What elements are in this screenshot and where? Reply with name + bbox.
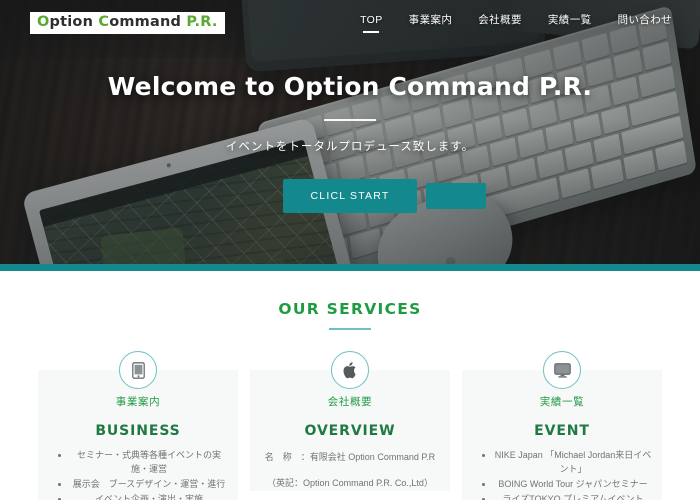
monitor-icon — [543, 351, 581, 389]
card-body: 実績一覧 EVENT NIKE Japan 「Michael Jordan来日イ… — [462, 370, 662, 500]
card-label-jp: 会社概要 — [327, 396, 373, 408]
nav-item-works[interactable]: 実績一覧 — [548, 12, 592, 34]
service-card-event[interactable]: 実績一覧 EVENT NIKE Japan 「Michael Jordan来日イ… — [462, 351, 662, 500]
click-start-button[interactable]: CLICL START — [282, 178, 418, 213]
card-list: セミナー・式典等各種イベントの実施・運営 展示会 ブースデザイン・運営・進行 イ… — [48, 449, 228, 500]
service-card-overview[interactable]: 会社概要 OVERVIEW 名 称 ：有限会社 Option Command P… — [250, 351, 450, 500]
company-name-line: 名 称 ：有限会社 Option Command P.R — [264, 452, 436, 462]
service-cards: 事業案内 BUSINESS セミナー・式典等各種イベントの実施・運営 展示会 ブ… — [0, 351, 700, 500]
teal-divider-bar — [0, 264, 700, 271]
nav-item-overview[interactable]: 会社概要 — [478, 12, 522, 34]
card-body: 事業案内 BUSINESS セミナー・式典等各種イベントの実施・運営 展示会 ブ… — [38, 370, 238, 500]
hero-divider — [324, 119, 376, 121]
site-header: Option Command P.R. TOP 事業案内 会社概要 実績一覧 問… — [0, 0, 700, 46]
card-label-jp: 実績一覧 — [539, 396, 585, 408]
main-nav: TOP 事業案内 会社概要 実績一覧 問い合わせ — [360, 12, 672, 34]
list-item: BOING World Tour ジャパンセミナー — [494, 478, 652, 492]
logo-c: C — [98, 14, 110, 31]
services-section: OUR SERVICES 事業案内 BUSINESS セミナー・式典等各種イベン… — [0, 271, 700, 500]
list-item: イベント企画・演出・実施 — [70, 493, 228, 500]
nav-item-top[interactable]: TOP — [360, 14, 383, 33]
logo-o: O — [37, 14, 50, 31]
list-item: 展示会 ブースデザイン・運営・進行 — [70, 478, 228, 492]
list-item: NIKE Japan 「Michael Jordan来日イベント」 — [494, 449, 652, 477]
card-list: NIKE Japan 「Michael Jordan来日イベント」 BOING … — [472, 449, 652, 500]
logo-ommand: ommand — [109, 14, 187, 31]
service-card-business[interactable]: 事業案内 BUSINESS セミナー・式典等各種イベントの実施・運営 展示会 ブ… — [38, 351, 238, 500]
cta-container: CLICL START — [282, 178, 487, 213]
section-title: OUR SERVICES — [278, 300, 422, 318]
hero-section: Option Command P.R. TOP 事業案内 会社概要 実績一覧 問… — [0, 0, 700, 268]
card-label-jp: 事業案内 — [115, 396, 161, 408]
card-label-en: EVENT — [534, 423, 590, 439]
hero-subtitle: イベントをトータルプロデュース致します。 — [225, 140, 475, 153]
list-item: セミナー・式典等各種イベントの実施・運営 — [70, 449, 228, 477]
nav-item-contact[interactable]: 問い合わせ — [618, 12, 673, 34]
hero-title: Welcome to Option Command P.R. — [107, 72, 593, 101]
card-label-en: OVERVIEW — [304, 423, 396, 439]
logo-pr: P.R. — [186, 14, 218, 31]
nav-item-business[interactable]: 事業案内 — [409, 12, 453, 34]
company-name-english: （英記：Option Command P.R. Co.,Ltd） — [267, 477, 433, 488]
apple-icon — [331, 351, 369, 389]
card-label-en: BUSINESS — [95, 423, 181, 439]
list-item: ライズTOKYO プレミアムイベント — [494, 493, 652, 500]
site-logo[interactable]: Option Command P.R. — [30, 12, 225, 34]
logo-ption: ption — [49, 14, 99, 31]
section-title-underline — [329, 328, 371, 330]
cta-accent-block — [426, 182, 487, 209]
tablet-icon — [119, 351, 157, 389]
